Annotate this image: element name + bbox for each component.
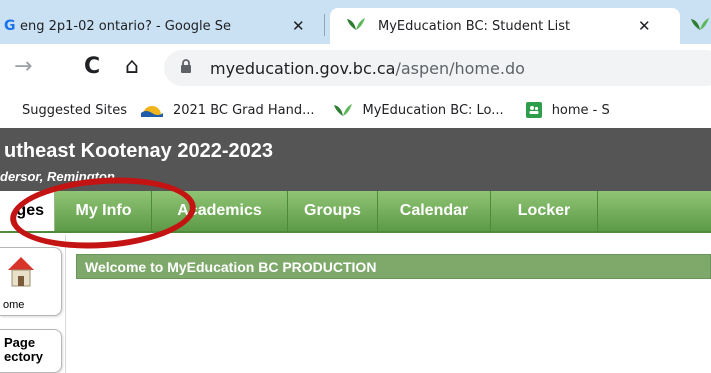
browser-tab-strip: G eng 2p1-02 ontario? - Google Se ✕ MyEd… [0,0,711,44]
side-nav-label: ome [3,299,25,311]
myed-leaf-icon [690,16,710,36]
tab-separator [324,14,325,36]
bookmark-label: Suggested Sites [22,102,127,118]
home-icon [6,254,36,295]
tab-pages[interactable]: ges [0,191,55,231]
side-nav-home[interactable]: ome [0,247,62,316]
bookmark-home[interactable]: home - S [525,102,610,118]
side-nav-page-directory[interactable]: Page ectory [0,329,62,373]
bookmark-myed-login[interactable]: MyEducation BC: Lo... [333,102,504,118]
url-host: myeducation.gov.bc.ca [210,58,396,78]
address-bar[interactable]: myeducation.gov.bc.ca/aspen/home.do [164,50,711,86]
google-g-icon: G [4,18,16,34]
side-nav-label-line: ectory [4,349,44,364]
user-name[interactable]: dersor, Remington [0,169,115,184]
myed-leaf-icon [346,16,366,36]
bookmark-label: home - S [551,102,610,118]
district-title: utheast Kootenay 2022-2023 [4,140,274,162]
forward-arrow-icon[interactable]: → [14,54,32,80]
home-icon[interactable]: ⌂ [125,54,139,80]
top-nav: ges My Info Academics Groups Calendar Lo… [0,191,711,233]
tab-title: MyEducation BC: Student List [378,18,571,34]
lock-icon[interactable] [180,58,192,78]
browser-tab-student-list[interactable]: MyEducation BC: Student List ✕ [330,8,680,44]
close-icon[interactable]: ✕ [638,17,651,35]
app-header: utheast Kootenay 2022-2023 dersor, Remin… [0,128,711,191]
bc-sun-icon [140,103,163,117]
side-nav-label-line: Page [4,335,36,350]
tab-locker[interactable]: Locker [491,191,598,231]
side-nav: ome Page ectory [0,235,66,373]
browser-toolbar: → C ⌂ myeducation.gov.bc.ca/aspen/home.d… [0,44,711,92]
close-icon[interactable]: ✕ [292,17,305,35]
tab-calendar[interactable]: Calendar [378,191,491,231]
tab-academics[interactable]: Academics [152,191,288,231]
browser-tab-google-search[interactable]: G eng 2p1-02 ontario? - Google Se ✕ [0,8,322,44]
myed-leaf-icon [333,102,353,118]
url-path: /aspen/home.do [395,58,525,78]
tab-groups[interactable]: Groups [288,191,378,231]
browser-tab-myed[interactable] [684,8,711,44]
side-nav-label: Page ectory [4,336,43,364]
bookmark-label: MyEducation BC: Lo... [362,102,504,118]
bookmark-suggested-sites[interactable]: Suggested Sites [22,103,127,118]
tab-title: eng 2p1-02 ontario? - Google Se [20,18,232,34]
bookmark-label: 2021 BC Grad Hand... [172,102,315,118]
reload-icon[interactable]: C [84,54,100,80]
welcome-banner: Welcome to MyEducation BC PRODUCTION [76,254,711,279]
home-green-icon [525,102,542,118]
bookmarks-bar: Suggested Sites 2021 BC Grad Hand... MyE… [0,92,711,128]
bookmark-grad-handbook[interactable]: 2021 BC Grad Hand... [140,102,315,118]
tab-my-info[interactable]: My Info [56,191,152,231]
